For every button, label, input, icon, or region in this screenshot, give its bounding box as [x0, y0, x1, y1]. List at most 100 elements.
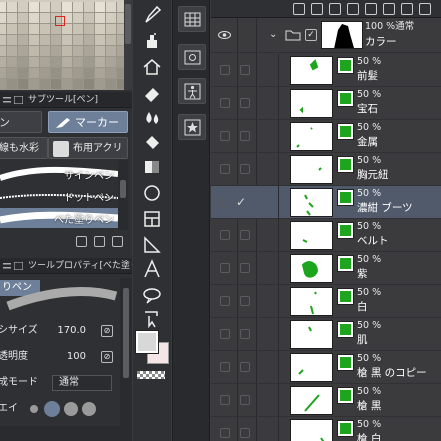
color-cell[interactable]: [95, 46, 106, 57]
airbrush-tool[interactable]: [141, 30, 163, 52]
color-cell[interactable]: [40, 57, 51, 68]
layer-row[interactable]: 50 % 槍 白: [211, 417, 441, 441]
color-cell[interactable]: [84, 2, 95, 13]
color-cell[interactable]: [7, 2, 18, 13]
color-cell[interactable]: [18, 68, 29, 79]
folder-checkbox[interactable]: ✓: [305, 29, 317, 41]
visibility-toggle[interactable]: [220, 230, 230, 240]
draft-icon[interactable]: [347, 3, 359, 15]
layer-row[interactable]: 50 % ベルト: [211, 219, 441, 252]
color-cell[interactable]: [18, 46, 29, 57]
color-cell[interactable]: [29, 46, 40, 57]
color-cell[interactable]: [51, 57, 62, 68]
balloon-tool[interactable]: [141, 284, 163, 306]
color-grid-scrollbar[interactable]: [124, 0, 132, 90]
color-cell[interactable]: [62, 79, 73, 90]
eraser-tool[interactable]: [141, 82, 163, 104]
layer-row[interactable]: 50 % 胸元紐: [211, 153, 441, 186]
color-cell[interactable]: [106, 79, 117, 90]
visibility-toggle[interactable]: [220, 428, 230, 438]
color-cell[interactable]: [84, 13, 95, 24]
layer-row[interactable]: 50 % 肌: [211, 318, 441, 351]
visibility-toggle[interactable]: [220, 197, 230, 207]
text-tool[interactable]: [141, 258, 163, 280]
color-cell[interactable]: [62, 68, 73, 79]
color-cell[interactable]: [84, 79, 95, 90]
layer-row[interactable]: 50 % 金属: [211, 120, 441, 153]
color-cell[interactable]: [73, 13, 84, 24]
color-cell[interactable]: [62, 57, 73, 68]
color-cell[interactable]: [73, 2, 84, 13]
color-cell[interactable]: [0, 79, 7, 90]
color-cell[interactable]: [106, 24, 117, 35]
lock-transparent-icon[interactable]: [383, 3, 395, 15]
visibility-toggle[interactable]: [220, 362, 230, 372]
lock-toggle[interactable]: [240, 296, 250, 306]
color-cell[interactable]: [40, 13, 51, 24]
layer-color-mask[interactable]: [337, 57, 354, 74]
color-cell[interactable]: [7, 13, 18, 24]
fill-tool[interactable]: [141, 132, 163, 154]
frame-tool[interactable]: [141, 208, 163, 230]
color-cell[interactable]: [18, 57, 29, 68]
layer-row[interactable]: 50 % 紫: [211, 252, 441, 285]
scroll-thumb[interactable]: [125, 4, 131, 44]
visibility-toggle[interactable]: [220, 65, 230, 75]
scroll-thumb[interactable]: [120, 180, 126, 198]
color-cell[interactable]: [73, 46, 84, 57]
main-color-swatch[interactable]: [135, 330, 159, 354]
lock-toggle[interactable]: [240, 329, 250, 339]
download-icon[interactable]: [76, 236, 87, 247]
color-cell[interactable]: [62, 2, 73, 13]
material-panel-button[interactable]: [178, 44, 206, 70]
color-cell[interactable]: [29, 2, 40, 13]
color-cell[interactable]: [40, 68, 51, 79]
lock-toggle[interactable]: [240, 131, 250, 141]
figure-tool[interactable]: [141, 182, 163, 204]
color-cell[interactable]: [51, 2, 62, 13]
color-cell[interactable]: [95, 35, 106, 46]
antialias-strong[interactable]: [82, 402, 96, 416]
color-cell[interactable]: [0, 68, 7, 79]
trash-icon[interactable]: [112, 236, 123, 247]
color-cell[interactable]: [73, 24, 84, 35]
sub-tool-marker-button[interactable]: マーカー: [48, 111, 128, 133]
color-cell[interactable]: [7, 24, 18, 35]
layer-row[interactable]: ✓ 50 % 濃紺 ブーツ: [211, 186, 441, 219]
lock-toggle[interactable]: [240, 395, 250, 405]
grip-icon[interactable]: [3, 262, 11, 270]
palette-icon[interactable]: [419, 3, 431, 15]
layer-color-mask[interactable]: [337, 90, 354, 107]
antialias-medium[interactable]: [64, 402, 78, 416]
layer-row[interactable]: 50 % 槍 黒: [211, 384, 441, 417]
reference-icon[interactable]: [329, 3, 341, 15]
color-cell[interactable]: [106, 35, 117, 46]
grip-icon[interactable]: [3, 96, 11, 104]
color-cell[interactable]: [51, 35, 62, 46]
color-set-grid[interactable]: [0, 0, 132, 90]
color-cell[interactable]: [18, 35, 29, 46]
color-cell[interactable]: [0, 13, 7, 24]
color-cell[interactable]: [0, 24, 7, 35]
lock-icon[interactable]: [365, 3, 377, 15]
layer-mask-icon[interactable]: [293, 3, 305, 15]
lock-toggle[interactable]: [240, 230, 250, 240]
color-cell[interactable]: [0, 2, 7, 13]
brush-list-scrollbar[interactable]: [118, 160, 128, 230]
antialias-none[interactable]: [30, 405, 38, 413]
color-cell[interactable]: [7, 35, 18, 46]
color-cell[interactable]: [95, 57, 106, 68]
color-cell[interactable]: [7, 79, 18, 90]
color-cell[interactable]: [40, 35, 51, 46]
color-cell[interactable]: [73, 57, 84, 68]
color-cell[interactable]: [51, 68, 62, 79]
color-cell[interactable]: [84, 57, 95, 68]
favorites-panel-button[interactable]: [178, 114, 206, 140]
lock-toggle[interactable]: [240, 362, 250, 372]
brush-item-dotpen[interactable]: ドットペン: [0, 186, 118, 206]
chevron-down-icon[interactable]: ⌄: [269, 29, 277, 40]
layer-color-mask[interactable]: [337, 288, 354, 305]
color-cell[interactable]: [0, 57, 7, 68]
visibility-toggle[interactable]: [220, 329, 230, 339]
color-cell[interactable]: [84, 68, 95, 79]
